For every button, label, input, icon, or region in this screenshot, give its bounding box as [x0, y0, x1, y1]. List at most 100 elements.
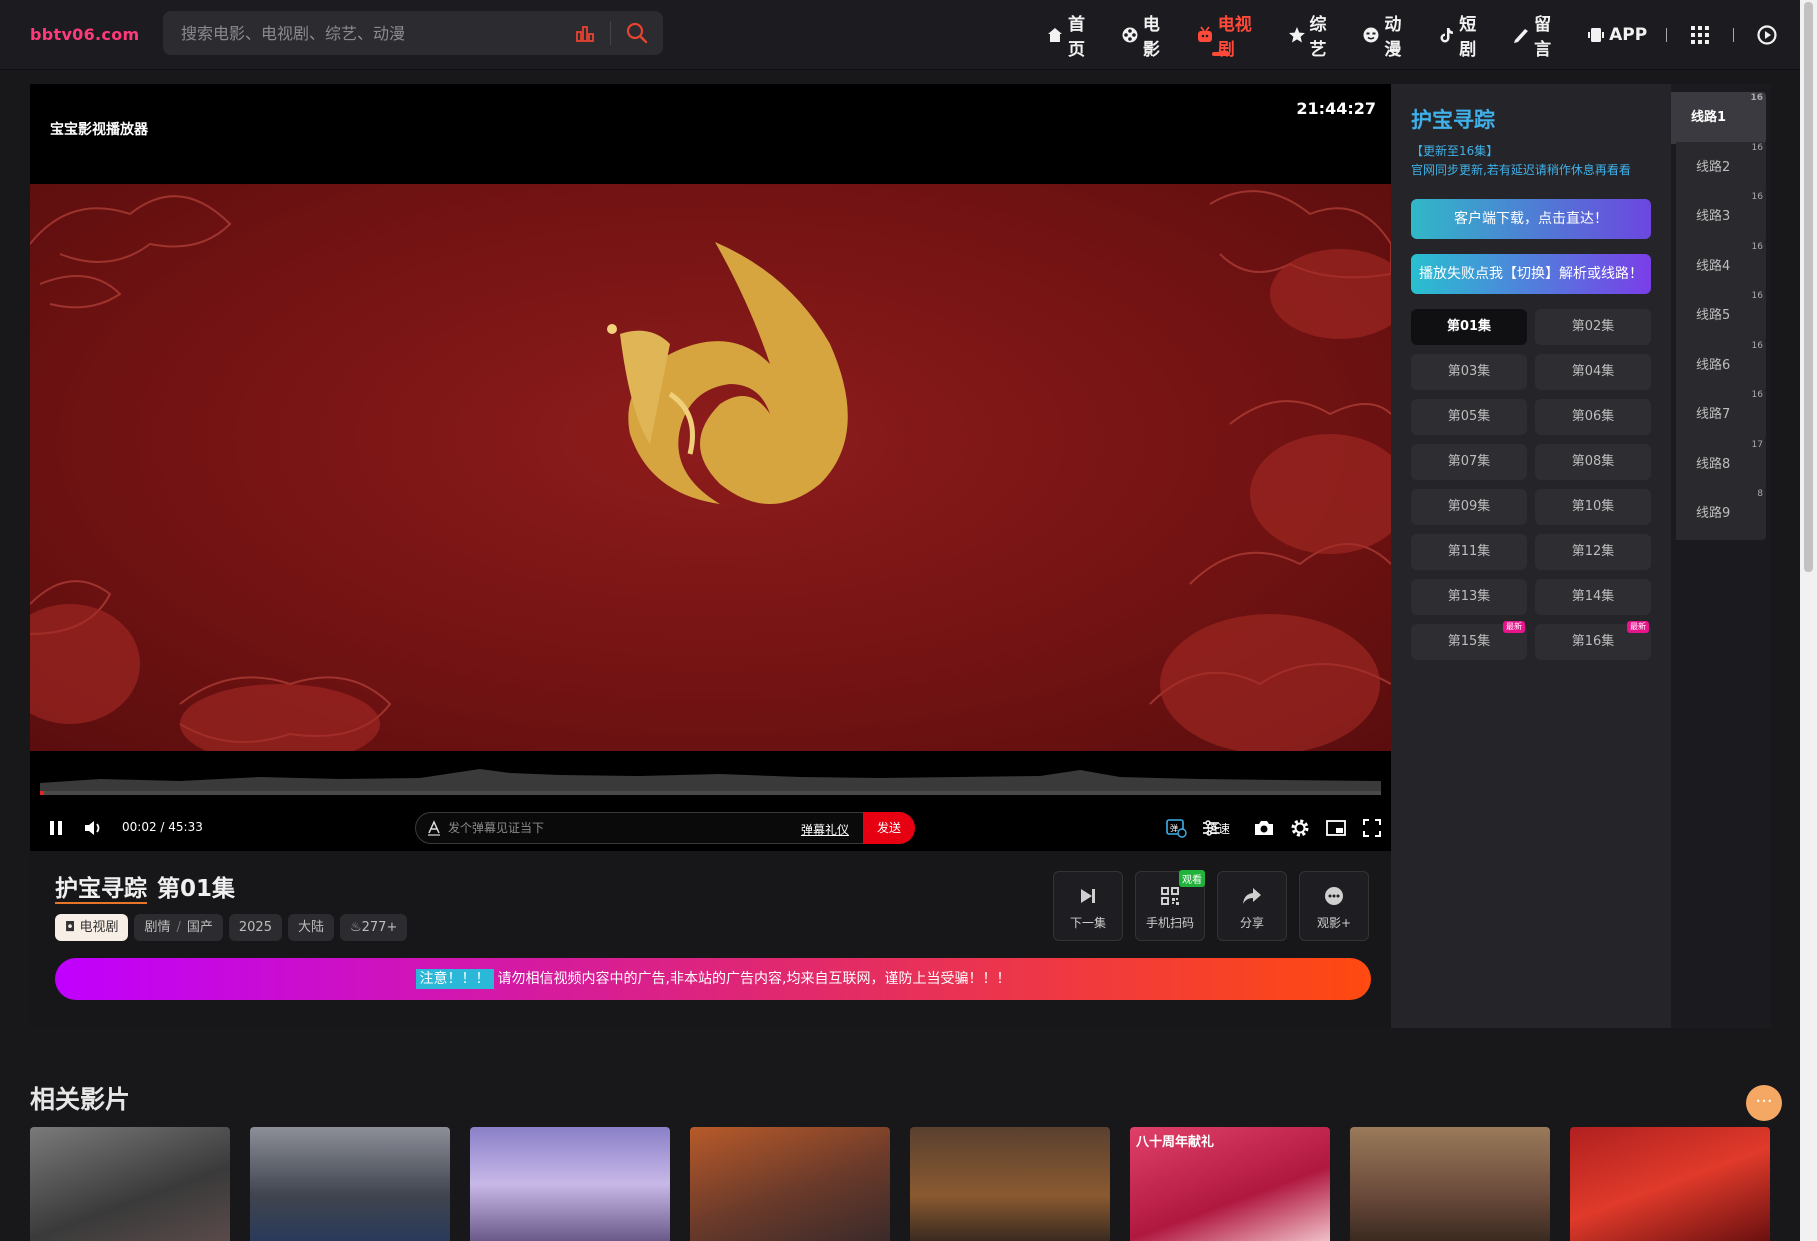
next-episode-button[interactable]: 下一集	[1053, 871, 1123, 941]
related-card-8[interactable]	[1570, 1127, 1770, 1241]
video-name[interactable]: 护宝寻踪	[55, 876, 147, 902]
tag-genre-label: 剧情	[144, 920, 171, 935]
nav-message[interactable]: 留言	[1512, 15, 1568, 60]
related-card-4[interactable]	[690, 1127, 890, 1241]
time-display: 00:02 / 45:33	[122, 820, 203, 834]
qr-scan-button[interactable]: 观看 手机扫码	[1135, 870, 1205, 941]
search-input[interactable]	[181, 11, 561, 55]
related-card-3[interactable]	[470, 1127, 670, 1241]
tag-category[interactable]: ◘ 电视剧	[55, 914, 129, 941]
source-line-button[interactable]: 线路2 16	[1676, 141, 1766, 194]
tag-region-label: 国产	[186, 920, 213, 935]
nav-short[interactable]: 短剧	[1437, 15, 1493, 60]
scrollbar-thumb[interactable]	[1804, 2, 1813, 572]
source-line-button[interactable]: 线路6 16	[1676, 339, 1766, 392]
episode-button[interactable]: 第06集	[1535, 399, 1651, 435]
main-panel: 宝宝影视播放器 21:44:27 00:02 / 45:33 发个弹幕见证当下 …	[30, 84, 1771, 1028]
share-label: 分享	[1239, 916, 1264, 930]
episode-label: 第07集	[1447, 454, 1491, 469]
episode-label: 第01集	[157, 876, 236, 902]
speed-button[interactable]: 倍速	[1206, 820, 1230, 837]
episode-button[interactable]: 第03集	[1411, 354, 1527, 390]
tag-genre[interactable]: 剧情 / 国产	[134, 914, 223, 941]
nav-app-label: APP	[1609, 25, 1648, 45]
nav-movie[interactable]: 电影	[1121, 15, 1177, 60]
source-line-button[interactable]: 线路7 16	[1676, 389, 1766, 441]
episode-button[interactable]: 第11集	[1411, 534, 1527, 570]
episode-label: 第05集	[1447, 409, 1491, 424]
nav-home[interactable]: 首页	[1046, 15, 1102, 60]
episode-button[interactable]: 第15集 最新	[1411, 621, 1527, 660]
fullscreen-icon[interactable]	[1361, 817, 1383, 839]
danmu-etiquette-link[interactable]: 弹幕礼仪	[801, 821, 849, 838]
episode-button[interactable]: 第04集	[1535, 354, 1651, 390]
nav-variety[interactable]: 综艺	[1288, 15, 1344, 60]
panel-show-title[interactable]: 护宝寻踪	[1411, 104, 1495, 134]
text-style-icon[interactable]	[426, 820, 442, 836]
source-line-button[interactable]: 线路3 16	[1676, 191, 1766, 243]
chat-fab-button[interactable]: ···	[1746, 1085, 1782, 1121]
share-button[interactable]: 分享	[1217, 871, 1287, 941]
tag-category-label: 电视剧	[79, 920, 119, 935]
related-card-2[interactable]	[250, 1127, 450, 1241]
update-status: 【更新至16集】	[1411, 144, 1499, 158]
picture-in-picture-icon[interactable]	[1325, 817, 1347, 839]
next-episode-label: 下一集	[1069, 916, 1106, 930]
related-card-5[interactable]	[910, 1127, 1110, 1241]
related-card-1[interactable]	[30, 1127, 230, 1241]
tag-year[interactable]: 2025	[228, 914, 282, 941]
more-label: 观影+	[1316, 916, 1352, 930]
episode-button[interactable]: 第02集	[1535, 309, 1651, 345]
related-card-6[interactable]: 八十周年献礼	[1130, 1127, 1330, 1241]
history-play-icon[interactable]	[1756, 24, 1778, 46]
episode-button[interactable]: 第01集	[1411, 309, 1527, 345]
episode-label: 第04集	[1571, 364, 1615, 379]
source-line-button[interactable]: 线路4 16	[1676, 240, 1766, 293]
danmu-input[interactable]	[448, 813, 788, 843]
screenshot-icon[interactable]	[1253, 817, 1275, 839]
progress-bar[interactable]	[40, 791, 1381, 795]
switch-source-button[interactable]: 播放失败点我【切换】解析或线路！	[1411, 254, 1651, 294]
source-line-button[interactable]: 线路5 16	[1676, 290, 1766, 342]
page-scrollbar[interactable]	[1800, 0, 1817, 1241]
nav-anime[interactable]: 动漫	[1362, 15, 1418, 60]
pause-icon[interactable]	[45, 817, 67, 839]
episode-button[interactable]: 第10集	[1535, 489, 1651, 525]
video-frame[interactable]	[30, 184, 1391, 751]
episode-button[interactable]: 第14集	[1535, 579, 1651, 615]
warning-highlight: 注意！！！	[415, 969, 494, 989]
fire-icon: ♨	[349, 920, 362, 935]
episode-button[interactable]: 第13集	[1411, 579, 1527, 615]
ranking-icon[interactable]	[575, 23, 595, 43]
nav-app[interactable]: APP	[1587, 20, 1647, 50]
episode-button[interactable]: 第08集	[1535, 444, 1651, 480]
episode-button[interactable]: 第12集	[1535, 534, 1651, 570]
source-line-count: 16	[1751, 241, 1763, 252]
nav-divider-2	[1733, 28, 1735, 42]
episode-button[interactable]: 第05集	[1411, 399, 1527, 435]
episode-label: 第13集	[1447, 589, 1491, 604]
related-card-7[interactable]	[1350, 1127, 1550, 1241]
card-caption: 八十周年献礼	[1136, 1135, 1215, 1150]
source-line-button[interactable]: 线路8 17	[1676, 438, 1766, 491]
episode-button[interactable]: 第16集 最新	[1535, 621, 1651, 660]
nav-tv-label: 电视剧	[1217, 15, 1252, 60]
source-line-button[interactable]: 线路1 16	[1671, 92, 1766, 144]
more-button[interactable]: 观影+	[1299, 871, 1369, 941]
nav-tv[interactable]: 电视剧	[1196, 15, 1269, 60]
site-logo[interactable]: bbtv06.com	[30, 25, 139, 44]
volume-icon[interactable]	[82, 817, 104, 839]
source-line-button[interactable]: 线路9 8	[1676, 488, 1766, 540]
client-download-button[interactable]: 客户端下载，点击直达！	[1411, 199, 1651, 239]
danmu-send-button[interactable]: 发送	[863, 812, 915, 844]
heat-waveform	[40, 769, 1381, 791]
danmu-toggle-icon[interactable]: 弹	[1165, 817, 1187, 839]
source-lines-panel: 线路1 16 线路2 16 线路3 16 线路4 16 线路5 16 线路6 16 线路7 16 线路8 17…	[1671, 84, 1771, 1028]
share-arrow-icon	[1243, 888, 1261, 904]
episode-button[interactable]: 第07集	[1411, 444, 1527, 480]
tag-area[interactable]: 大陆	[287, 914, 334, 941]
settings-gear-icon[interactable]	[1289, 817, 1311, 839]
grid-menu-icon[interactable]	[1689, 24, 1711, 46]
episode-button[interactable]: 第09集	[1411, 489, 1527, 525]
search-icon[interactable]	[625, 21, 649, 45]
